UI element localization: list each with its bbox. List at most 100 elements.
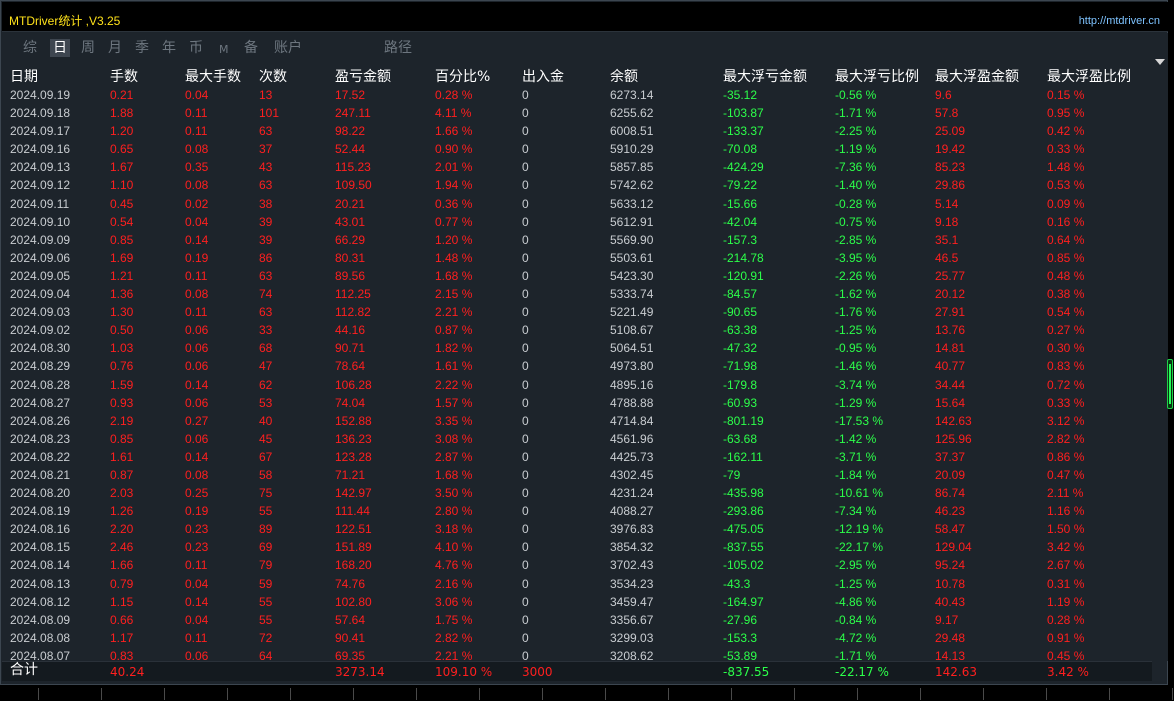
- table-row[interactable]: 2024.09.09 0.85 0.14 39 66.29 1.20 % 0 5569.90 -…: [2, 231, 1152, 249]
- table-row[interactable]: 2024.08.29 0.76 0.06 47 78.64 1.61 % 0 4973.80 -…: [2, 357, 1152, 375]
- cell-count: 43: [259, 160, 273, 175]
- col-max-lots[interactable]: 最大手数: [185, 66, 241, 86]
- table-row[interactable]: 2024.08.28 1.59 0.14 62 106.28 2.22 % 0 4895.16…: [2, 376, 1152, 394]
- triangle-down-icon[interactable]: [1155, 59, 1165, 65]
- table-row[interactable]: 2024.08.14 1.66 0.11 79 168.20 4.76 % 0 3702.43…: [2, 556, 1152, 574]
- table-row[interactable]: 2024.08.19 1.26 0.19 55 111.44 2.80 % 0 4088.27…: [2, 502, 1152, 520]
- cell-balance: 6255.62: [610, 106, 654, 121]
- tab-account[interactable]: 账户: [274, 40, 302, 56]
- col-lots[interactable]: 手数: [110, 66, 138, 86]
- cell-balance: 5503.61: [610, 250, 654, 265]
- col-max-float-loss[interactable]: 最大浮亏金额: [723, 66, 807, 86]
- table-row[interactable]: 2024.09.02 0.50 0.06 33 44.16 0.87 % 0 5108.67 -…: [2, 321, 1152, 339]
- cell-date: 2024.09.16: [10, 142, 71, 157]
- table-row[interactable]: 2024.08.22 1.61 0.14 67 123.28 2.87 % 0 4425.73…: [2, 448, 1152, 466]
- table-row[interactable]: 2024.09.04 1.36 0.08 74 112.25 2.15 % 0 5333.74…: [2, 285, 1152, 303]
- tab-year[interactable]: 年: [162, 40, 176, 56]
- table-row[interactable]: 2024.08.09 0.66 0.04 55 57.64 1.75 % 0 3356.67 -…: [2, 611, 1152, 629]
- cell-deposit: 0: [522, 449, 529, 464]
- cell-balance: 3976.83: [610, 522, 654, 537]
- cell-max-float-profit-pct: 2.11 %: [1047, 486, 1084, 501]
- cell-max-float-loss-pct: -1.46 %: [835, 359, 877, 374]
- cell-lots: 0.50: [110, 323, 134, 338]
- tab-currency[interactable]: 币: [189, 40, 203, 56]
- cell-profit: 66.29: [335, 232, 366, 247]
- table-row[interactable]: 2024.09.17 1.20 0.11 63 98.22 1.66 % 0 6008.51 -…: [2, 122, 1152, 140]
- cell-date: 2024.09.09: [10, 232, 71, 247]
- tab-path[interactable]: 路径: [384, 40, 412, 56]
- table-row[interactable]: 2024.09.03 1.30 0.11 63 112.82 2.21 % 0 5221.49…: [2, 303, 1152, 321]
- total-max-float-profit-pct: 3.42 %: [1047, 665, 1089, 679]
- cell-balance: 5633.12: [610, 196, 654, 211]
- cell-lots: 0.21: [110, 88, 134, 102]
- cell-max-lots: 0.27: [185, 413, 209, 428]
- cell-max-lots: 0.14: [185, 377, 209, 392]
- vertical-scrollbar[interactable]: [1153, 57, 1168, 661]
- table-row[interactable]: 2024.08.16 2.20 0.23 89 122.51 3.18 % 0 3976.83…: [2, 520, 1152, 538]
- site-link[interactable]: http://mtdriver.cn: [1079, 15, 1160, 27]
- col-max-float-profit[interactable]: 最大浮盈金额: [935, 66, 1019, 86]
- tab-quarter[interactable]: 季: [135, 40, 149, 56]
- cell-max-float-profit-pct: 0.15 %: [1047, 88, 1085, 102]
- col-percent[interactable]: 百分比%: [435, 66, 490, 86]
- cell-max-float-profit: 9.18: [935, 214, 959, 229]
- table-row[interactable]: 2024.09.16 0.65 0.08 37 52.44 0.90 % 0 5910.29 -…: [2, 140, 1152, 158]
- table-row[interactable]: 2024.09.10 0.54 0.04 39 43.01 0.77 % 0 5612.91 -…: [2, 213, 1152, 231]
- cell-max-float-profit: 142.63: [935, 413, 972, 428]
- col-deposit[interactable]: 出入金: [522, 66, 564, 86]
- cell-percent: 1.68 %: [435, 467, 473, 482]
- table-row[interactable]: 2024.08.08 1.17 0.11 72 90.41 2.82 % 0 3299.03 -…: [2, 629, 1152, 647]
- cell-max-float-loss: -133.37: [723, 124, 764, 139]
- tab-notes[interactable]: 备: [244, 40, 258, 56]
- cell-percent: 2.82 %: [435, 630, 473, 645]
- col-max-float-profit-pct[interactable]: 最大浮盈比例: [1047, 66, 1131, 86]
- table-row[interactable]: 2024.09.05 1.21 0.11 63 89.56 1.68 % 0 5423.30 -…: [2, 267, 1152, 285]
- cell-max-float-profit: 37.37: [935, 449, 966, 464]
- cell-percent: 1.20 %: [435, 232, 473, 247]
- cell-max-float-profit-pct: 0.33 %: [1047, 142, 1085, 157]
- cell-percent: 3.18 %: [435, 522, 473, 537]
- tab-week[interactable]: 周: [81, 40, 95, 56]
- cell-profit: 151.89: [335, 540, 372, 555]
- col-count[interactable]: 次数: [259, 66, 287, 86]
- tab-day[interactable]: 日: [50, 39, 70, 57]
- col-date[interactable]: 日期: [10, 66, 38, 86]
- cell-max-float-profit-pct: 2.67 %: [1047, 558, 1085, 573]
- cell-profit: 44.16: [335, 323, 366, 338]
- cell-percent: 3.08 %: [435, 431, 473, 446]
- cell-lots: 0.45: [110, 196, 134, 211]
- col-max-float-loss-pct[interactable]: 最大浮亏比例: [835, 66, 919, 86]
- table-row[interactable]: 2024.08.23 0.85 0.06 45 136.23 3.08 % 0 4561.96…: [2, 430, 1152, 448]
- table-row[interactable]: 2024.08.21 0.87 0.08 58 71.21 1.68 % 0 4302.45 -…: [2, 466, 1152, 484]
- table-row[interactable]: 2024.08.12 1.15 0.14 55 102.80 3.06 % 0 3459.47…: [2, 593, 1152, 611]
- tab-summary[interactable]: 综: [23, 40, 37, 56]
- cell-max-float-loss-pct: -1.19 %: [835, 142, 877, 157]
- table-row[interactable]: 2024.09.13 1.67 0.35 43 115.23 2.01 % 0 5857.85…: [2, 158, 1152, 176]
- tab-month[interactable]: 月: [108, 40, 122, 56]
- table-row[interactable]: 2024.09.12 1.10 0.08 63 109.50 1.94 % 0 5742.62…: [2, 176, 1152, 194]
- table-row[interactable]: 2024.09.18 1.88 0.11 101 247.11 4.11 % 0 6255.6…: [2, 104, 1152, 122]
- table-row[interactable]: 2024.08.15 2.46 0.23 69 151.89 4.10 % 0 3854.32…: [2, 538, 1152, 556]
- tab-magic[interactable]: M: [219, 42, 229, 58]
- resize-handle[interactable]: [1167, 359, 1173, 409]
- cell-percent: 2.22 %: [435, 377, 473, 392]
- table-row[interactable]: 2024.09.11 0.45 0.02 38 20.21 0.36 % 0 5633.12 -…: [2, 195, 1152, 213]
- table-row[interactable]: 2024.08.30 1.03 0.06 68 90.71 1.82 % 0 5064.51 -…: [2, 339, 1152, 357]
- table-row[interactable]: 2024.09.06 1.69 0.19 86 80.31 1.48 % 0 5503.61 -…: [2, 249, 1152, 267]
- col-profit[interactable]: 盈亏金额: [335, 66, 391, 86]
- table-row[interactable]: 2024.09.19 0.21 0.04 13 17.52 0.28 % 0 6273.14 -…: [2, 86, 1152, 104]
- cell-max-float-profit-pct: 0.85 %: [1047, 250, 1085, 265]
- table-row[interactable]: 2024.08.26 2.19 0.27 40 152.88 3.35 % 0 4714.84…: [2, 412, 1152, 430]
- table-row[interactable]: 2024.08.20 2.03 0.25 75 142.97 3.50 % 0 4231.24…: [2, 484, 1152, 502]
- cell-max-float-profit-pct: 0.83 %: [1047, 359, 1085, 374]
- cell-deposit: 0: [522, 630, 529, 645]
- col-balance[interactable]: 余额: [610, 66, 638, 86]
- cell-date: 2024.08.30: [10, 341, 71, 356]
- cell-max-float-profit: 9.6: [935, 88, 952, 102]
- cell-date: 2024.09.05: [10, 268, 71, 283]
- cell-lots: 1.88: [110, 106, 134, 121]
- table-row[interactable]: 2024.08.27 0.93 0.06 53 74.04 1.57 % 0 4788.88 -…: [2, 394, 1152, 412]
- daily-stats-table: 日期 手数 最大手数 次数 盈亏金额 百分比% 出入金 余额 最大浮亏金额 最大…: [2, 65, 1152, 683]
- cell-max-float-profit-pct: 0.16 %: [1047, 214, 1085, 229]
- table-row[interactable]: 2024.08.13 0.79 0.04 59 74.76 2.16 % 0 3534.23 -…: [2, 575, 1152, 593]
